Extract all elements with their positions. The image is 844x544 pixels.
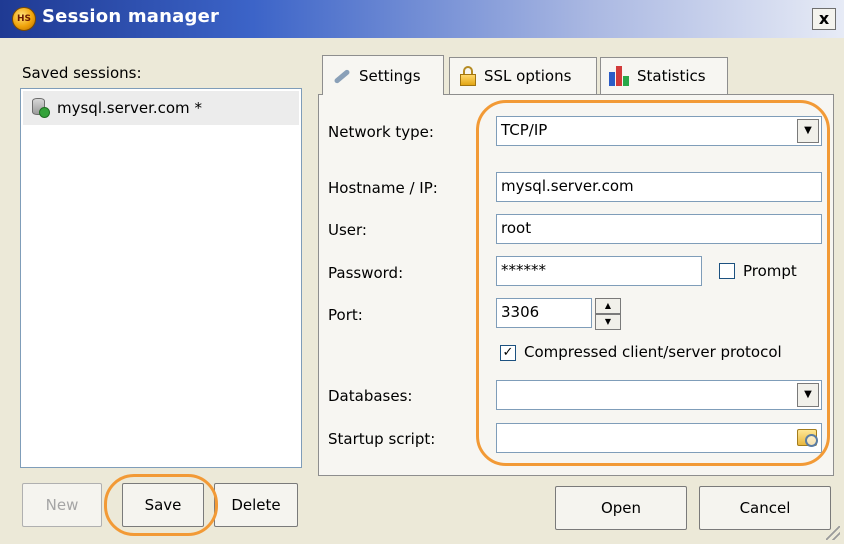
tab-settings-label: Settings bbox=[359, 66, 421, 85]
wrench-icon bbox=[331, 65, 353, 87]
user-label: User: bbox=[328, 221, 367, 239]
title-bar[interactable]: HS Session manager x bbox=[0, 0, 844, 38]
session-item[interactable]: mysql.server.com * bbox=[23, 91, 299, 125]
network-type-label: Network type: bbox=[328, 123, 434, 141]
session-item-label: mysql.server.com * bbox=[57, 99, 202, 117]
tab-ssl-options[interactable]: SSL options bbox=[449, 57, 597, 94]
cancel-button[interactable]: Cancel bbox=[699, 486, 831, 530]
startup-script-label: Startup script: bbox=[328, 430, 436, 448]
bar-chart-icon bbox=[609, 66, 631, 86]
password-label: Password: bbox=[328, 264, 404, 282]
databases-label: Databases: bbox=[328, 387, 413, 405]
new-button[interactable]: New bbox=[22, 483, 102, 527]
app-icon: HS bbox=[12, 7, 36, 31]
save-highlight-annotation bbox=[104, 474, 218, 536]
sessions-list[interactable]: mysql.server.com * bbox=[20, 88, 302, 468]
saved-sessions-label: Saved sessions: bbox=[22, 64, 142, 82]
tab-ssl-options-label: SSL options bbox=[484, 67, 572, 85]
tab-statistics[interactable]: Statistics bbox=[600, 57, 728, 94]
port-label: Port: bbox=[328, 306, 363, 324]
lock-icon bbox=[458, 66, 478, 86]
resize-grip-icon[interactable] bbox=[826, 526, 840, 540]
window-title: Session manager bbox=[42, 6, 220, 27]
tab-settings[interactable]: Settings bbox=[322, 55, 444, 95]
close-button[interactable]: x bbox=[812, 8, 836, 30]
close-icon: x bbox=[818, 9, 830, 28]
form-highlight-annotation bbox=[476, 100, 830, 466]
database-add-icon bbox=[31, 97, 51, 119]
session-manager-window: HS Session manager x Saved sessions: mys… bbox=[0, 0, 844, 544]
open-button[interactable]: Open bbox=[555, 486, 687, 530]
hostname-label: Hostname / IP: bbox=[328, 179, 438, 197]
delete-button[interactable]: Delete bbox=[214, 483, 298, 527]
tab-statistics-label: Statistics bbox=[637, 67, 706, 85]
